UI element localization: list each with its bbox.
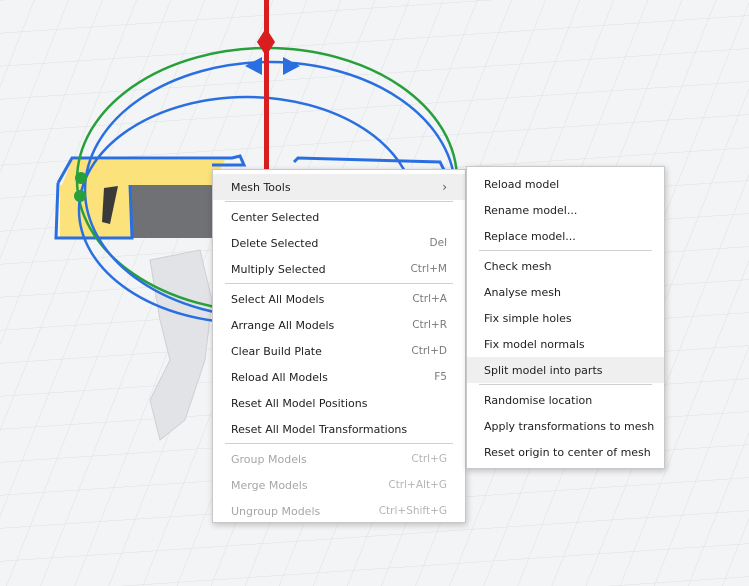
menu-item-label: Reset All Model Positions — [231, 396, 368, 410]
menu-separator — [225, 443, 453, 444]
menu-item-multiply-selected[interactable]: Multiply Selected Ctrl+M — [213, 256, 465, 282]
ring-handle-left-2 — [74, 190, 86, 202]
menu-item-check-mesh[interactable]: Check mesh — [467, 253, 664, 279]
model-front — [60, 185, 132, 238]
menu-item-shortcut: Ctrl+Shift+G — [378, 505, 447, 517]
menu-item-label: Apply transformations to mesh — [484, 419, 655, 433]
menu-item-shortcut: F5 — [434, 371, 447, 383]
menu-item-label: Split model into parts — [484, 363, 603, 377]
menu-item-label: Check mesh — [484, 259, 552, 273]
menu-item-label: Center Selected — [231, 210, 320, 224]
menu-item-label: Fix simple holes — [484, 311, 572, 325]
menu-item-shortcut: Ctrl+R — [412, 319, 447, 331]
menu-item-shortcut: Ctrl+D — [411, 345, 447, 357]
menu-item-label: Delete Selected — [231, 236, 319, 250]
menu-item-label: Reset origin to center of mesh — [484, 445, 651, 459]
menu-item-replace-model[interactable]: Replace model... — [467, 223, 664, 249]
menu-item-fix-simple-holes[interactable]: Fix simple holes — [467, 305, 664, 331]
menu-item-shortcut: Del — [429, 237, 447, 249]
menu-item-label: Ungroup Models — [231, 504, 321, 518]
menu-item-label: Randomise location — [484, 393, 593, 407]
menu-item-label: Group Models — [231, 452, 307, 466]
menu-item-label: Multiply Selected — [231, 262, 326, 276]
menu-item-label: Replace model... — [484, 229, 576, 243]
menu-separator — [225, 201, 453, 202]
ring-handle-left — [75, 172, 87, 184]
chevron-right-icon: › — [442, 180, 447, 194]
menu-item-shortcut: Ctrl+G — [411, 453, 447, 465]
menu-item-label: Merge Models — [231, 478, 308, 492]
menu-item-label: Arrange All Models — [231, 318, 335, 332]
menu-separator — [225, 283, 453, 284]
menu-item-reload-all-models[interactable]: Reload All Models F5 — [213, 364, 465, 390]
menu-item-fix-model-normals[interactable]: Fix model normals — [467, 331, 664, 357]
menu-item-label: Fix model normals — [484, 337, 585, 351]
menu-item-reset-origin-to-center-of-mesh[interactable]: Reset origin to center of mesh — [467, 439, 664, 465]
menu-item-clear-build-plate[interactable]: Clear Build Plate Ctrl+D — [213, 338, 465, 364]
menu-item-mesh-tools[interactable]: Mesh Tools › — [213, 174, 465, 200]
menu-item-group-models[interactable]: Group Models Ctrl+G — [213, 446, 465, 472]
menu-item-reset-all-model-transformations[interactable]: Reset All Model Transformations — [213, 416, 465, 442]
menu-item-ungroup-models[interactable]: Ungroup Models Ctrl+Shift+G — [213, 498, 465, 524]
menu-separator — [479, 250, 652, 251]
menu-item-reset-all-model-positions[interactable]: Reset All Model Positions — [213, 390, 465, 416]
menu-item-label: Mesh Tools — [231, 180, 291, 194]
menu-item-shortcut: Ctrl+A — [412, 293, 447, 305]
menu-item-arrange-all-models[interactable]: Arrange All Models Ctrl+R — [213, 312, 465, 338]
menu-item-apply-transformations-to-mesh[interactable]: Apply transformations to mesh — [467, 413, 664, 439]
move-axis-red — [264, 0, 269, 175]
menu-item-shortcut: Ctrl+Alt+G — [388, 479, 447, 491]
mesh-tools-submenu: Reload model Rename model... Replace model… — [466, 166, 665, 469]
menu-item-select-all-models[interactable]: Select All Models Ctrl+A — [213, 286, 465, 312]
menu-item-shortcut: Ctrl+M — [410, 263, 447, 275]
menu-item-analyse-mesh[interactable]: Analyse mesh — [467, 279, 664, 305]
menu-item-label: Analyse mesh — [484, 285, 561, 299]
menu-item-delete-selected[interactable]: Delete Selected Del — [213, 230, 465, 256]
menu-item-reload-model[interactable]: Reload model — [467, 171, 664, 197]
menu-item-randomise-location[interactable]: Randomise location — [467, 387, 664, 413]
menu-item-label: Reload model — [484, 177, 560, 191]
menu-item-label: Reset All Model Transformations — [231, 422, 408, 436]
menu-item-label: Rename model... — [484, 203, 578, 217]
menu-item-split-model-into-parts[interactable]: Split model into parts — [467, 357, 664, 383]
menu-item-merge-models[interactable]: Merge Models Ctrl+Alt+G — [213, 472, 465, 498]
menu-item-label: Select All Models — [231, 292, 325, 306]
menu-item-rename-model[interactable]: Rename model... — [467, 197, 664, 223]
menu-item-center-selected[interactable]: Center Selected — [213, 204, 465, 230]
menu-item-label: Reload All Models — [231, 370, 328, 384]
menu-item-label: Clear Build Plate — [231, 344, 322, 358]
context-menu: Mesh Tools › Center Selected Delete Selecte… — [212, 169, 466, 523]
menu-separator — [479, 384, 652, 385]
